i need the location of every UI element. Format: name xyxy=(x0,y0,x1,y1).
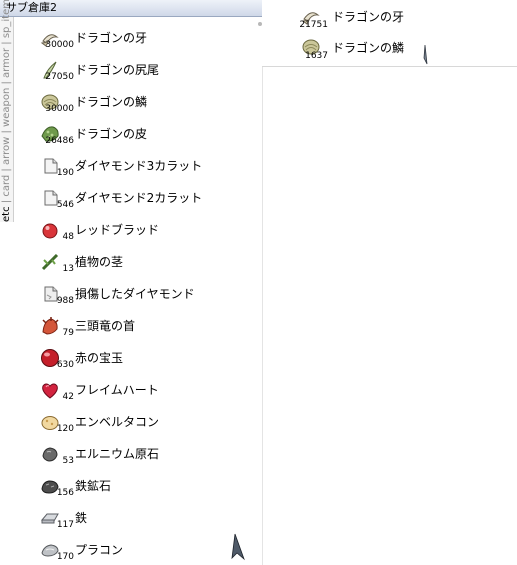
list-item[interactable]: 546 ダイヤモンド2カラット xyxy=(14,182,260,214)
item-count: 546 xyxy=(56,200,74,210)
list-item[interactable]: 170 プラコン xyxy=(14,534,260,565)
red-blood-icon xyxy=(42,223,58,239)
list-item[interactable]: 42 フレイムハート xyxy=(14,374,260,406)
list-item[interactable]: 988 損傷したダイヤモンド xyxy=(14,278,260,310)
item-name: ドラゴンの鱗 xyxy=(75,95,148,109)
tab-arrow[interactable]: arrow xyxy=(1,137,12,165)
tab-etc[interactable]: etc xyxy=(1,206,12,222)
item-name: ドラゴンの尻尾 xyxy=(75,63,160,77)
item-count: 156 xyxy=(56,488,74,498)
item-name: 三頭竜の首 xyxy=(75,319,136,333)
item-count: 120 xyxy=(56,424,74,434)
storage-tabs: etc | card | arrow | weapon | armor | sp… xyxy=(0,0,14,222)
storage-titlebar[interactable]: サブ倉庫2 xyxy=(0,0,262,17)
tab-card[interactable]: card xyxy=(1,175,12,197)
tab-bar-labels: etc | card | arrow | weapon | armor | sp… xyxy=(0,0,13,222)
list-item[interactable]: 30000 ドラゴンの鱗 xyxy=(14,86,260,118)
item-name: エルニウム原石 xyxy=(75,447,160,461)
list-item[interactable]: 13 植物の茎 xyxy=(14,246,260,278)
list-item[interactable]: 27050 ドラゴンの尻尾 xyxy=(14,54,260,86)
item-name: ドラゴンの皮 xyxy=(75,127,148,141)
tab-separator: | xyxy=(1,126,12,134)
list-item[interactable]: 53 エルニウム原石 xyxy=(14,438,260,470)
tab-separator: | xyxy=(1,196,12,204)
list-item[interactable]: 21751 ドラゴンの牙 xyxy=(262,4,517,32)
list-item[interactable]: 630 赤の宝玉 xyxy=(14,342,260,374)
item-name: ドラゴンの鱗 xyxy=(332,41,405,55)
mouse-cursor-icon xyxy=(423,44,428,65)
list-item[interactable]: 1637 ドラゴンの鱗 xyxy=(262,35,517,63)
tab-armor[interactable]: armor xyxy=(1,48,12,78)
item-count: 988 xyxy=(56,296,74,306)
list-item[interactable]: 120 エンベルタコン xyxy=(14,406,260,438)
item-count: 190 xyxy=(56,168,74,178)
dragon-head-icon xyxy=(42,317,59,335)
item-count: 48 xyxy=(62,232,74,242)
item-name: 赤の宝玉 xyxy=(75,351,124,365)
item-name: 植物の茎 xyxy=(75,255,124,269)
list-item[interactable]: 79 三頭竜の首 xyxy=(14,310,260,342)
item-count: 170 xyxy=(56,552,74,562)
list-item[interactable]: 117 鉄 xyxy=(14,502,260,534)
item-count: 117 xyxy=(56,520,74,530)
item-name: レッドブラッド xyxy=(75,223,160,237)
item-count: 21751 xyxy=(299,20,328,30)
storage-item-list: 30000 ドラゴンの牙 27050 ドラゴンの尻尾 30000 ドラゴンの鱗 … xyxy=(14,22,260,565)
list-item[interactable]: 30000 ドラゴンの牙 xyxy=(14,22,260,54)
tab-separator: | xyxy=(1,165,12,172)
tab-sp-item[interactable]: sp_item xyxy=(1,0,12,38)
item-name: 損傷したダイヤモンド xyxy=(75,287,195,301)
item-count: 30000 xyxy=(45,40,74,50)
window-title: サブ倉庫2 xyxy=(6,1,57,14)
item-name: ダイヤモンド2カラット xyxy=(75,191,203,205)
item-name: ドラゴンの牙 xyxy=(332,10,405,24)
item-count: 1637 xyxy=(305,51,328,61)
item-name: フレイムハート xyxy=(75,383,159,397)
item-name: ドラゴンの牙 xyxy=(75,31,148,45)
rough-elunium-icon xyxy=(42,447,58,462)
item-name: 鉄 xyxy=(75,511,88,525)
mouse-cursor-icon xyxy=(231,533,245,561)
item-count: 630 xyxy=(56,360,74,370)
list-item[interactable]: 190 ダイヤモンド3カラット xyxy=(14,150,260,182)
item-count: 30000 xyxy=(45,104,74,114)
list-item[interactable]: 156 鉄鉱石 xyxy=(14,470,260,502)
item-count: 79 xyxy=(62,328,74,338)
list-item[interactable]: 26486 ドラゴンの皮 xyxy=(14,118,260,150)
item-name: ダイヤモンド3カラット xyxy=(75,159,203,173)
item-count: 26486 xyxy=(45,136,74,146)
tab-weapon[interactable]: weapon xyxy=(1,88,12,127)
item-count: 42 xyxy=(62,392,74,402)
flame-heart-icon xyxy=(42,383,58,399)
list-item[interactable]: 48 レッドブラッド xyxy=(14,214,260,246)
item-name: エンベルタコン xyxy=(75,415,160,429)
storage-window: サブ倉庫2 etc | card | arrow | weapon | armo… xyxy=(0,0,263,565)
tab-separator: | xyxy=(1,77,12,85)
tab-separator: | xyxy=(1,38,12,45)
item-name: プラコン xyxy=(75,543,124,557)
item-count: 13 xyxy=(62,264,74,274)
item-count: 53 xyxy=(62,456,74,466)
game-screen: サブ倉庫2 etc | card | arrow | weapon | armo… xyxy=(0,0,517,565)
item-count: 27050 xyxy=(45,72,74,82)
inventory-panel: 21751 ドラゴンの牙 1637 ドラゴンの鱗 xyxy=(262,0,517,67)
plant-stem-icon xyxy=(41,253,59,271)
item-name: 鉄鉱石 xyxy=(75,479,112,493)
